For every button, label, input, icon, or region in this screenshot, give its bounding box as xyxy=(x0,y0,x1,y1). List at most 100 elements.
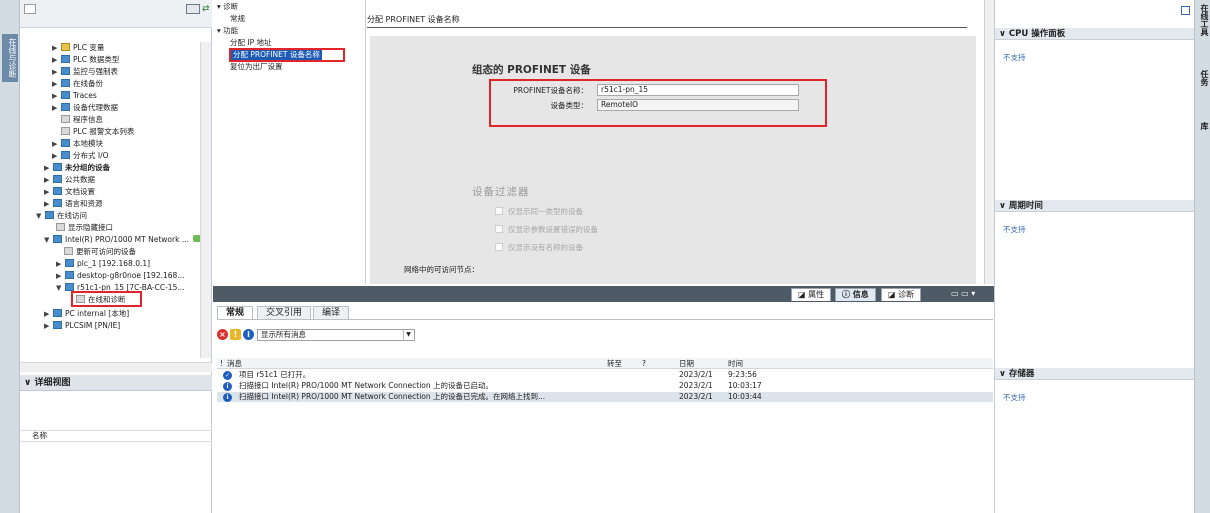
panel-controls-icon[interactable]: ▭ ▭ ▾ xyxy=(951,289,975,298)
main-content: 分配 PROFINET 设备名称 组态的 PROFINET 设备 PROFINE… xyxy=(367,0,981,284)
message-filter-select[interactable]: 显示所有消息 ▼ xyxy=(257,329,415,341)
info-filter-icon[interactable]: i xyxy=(243,329,254,340)
online-diagnostics-side-tab[interactable]: 在线与诊断 xyxy=(2,34,18,82)
tree-item-alarm-text[interactable]: PLC 报警文本列表 xyxy=(61,126,134,137)
tree-item-device-proxy[interactable]: ▶ 设备代理数据 xyxy=(52,102,118,113)
subtab-general[interactable]: 常规 xyxy=(217,306,254,319)
tab-info[interactable]: ⓘ 信息 xyxy=(835,288,876,301)
tree-new-icon[interactable] xyxy=(24,4,36,14)
message-table-header: ! 消息 转至 ? 日期 时间 xyxy=(217,358,993,369)
tree-item-pc-internal[interactable]: ▶ PC internal [本地] xyxy=(44,308,129,319)
tree-item-plc-tags[interactable]: ▶ PLC 变量 xyxy=(52,42,104,53)
tree-item-desktop[interactable]: ▶ desktop-g8r0noe [192.168... xyxy=(56,270,184,281)
success-check-icon: ✓ xyxy=(223,371,232,380)
side-tab-tasks[interactable]: 任务 xyxy=(1196,70,1210,86)
cpu-panel-header[interactable]: ∨ CPU 操作面板 xyxy=(995,28,1195,40)
online-tools-panel: ∨ CPU 操作面板 不支持 ∨ 周期时间 不支持 ∨ 存储器 不支持 xyxy=(994,0,1195,513)
pc-internal-icon xyxy=(53,309,62,317)
nav-reset-factory[interactable]: 复位为出厂设置 xyxy=(230,62,283,72)
right-vertical-strip: 在线工具 任务 库 xyxy=(1194,0,1210,513)
common-data-icon xyxy=(53,175,62,183)
nav-general[interactable]: 常规 xyxy=(230,14,245,24)
filter-no-name-checkbox[interactable]: 仅显示没有名称的设备 xyxy=(495,242,583,253)
tree-scrollbar[interactable] xyxy=(200,42,211,358)
subtab-cross-reference[interactable]: 交叉引用 xyxy=(257,306,312,319)
col-time[interactable]: 时间 xyxy=(728,358,743,369)
tree-item-watch-tables[interactable]: ▶ 监控与强制表 xyxy=(52,66,118,77)
local-modules-icon xyxy=(61,139,70,147)
warning-filter-icon[interactable]: ! xyxy=(230,329,241,340)
device-filter-heading: 设备过滤器 xyxy=(472,186,530,198)
col-message[interactable]: 消息 xyxy=(227,358,242,369)
memory-header[interactable]: ∨ 存储器 xyxy=(995,368,1195,380)
checkbox-icon xyxy=(495,225,503,233)
nav-functions[interactable]: ▾ 功能 xyxy=(217,26,238,36)
detail-view-header[interactable]: ∨ 详细视图 xyxy=(20,375,212,391)
tree-item-languages[interactable]: ▶ 语言和资源 xyxy=(44,198,103,209)
inspector-tab-bar: ◪ 属性 ⓘ 信息 ◪ 诊断 ▭ ▭ ▾ xyxy=(213,286,994,302)
col-question[interactable]: ? xyxy=(642,358,646,369)
tab-diagnostics[interactable]: ◪ 诊断 xyxy=(881,288,922,301)
message-row[interactable]: ✓ 项目 r51c1 已打开。 2023/2/1 9:23:56 xyxy=(217,370,993,380)
cycle-time-header[interactable]: ∨ 周期时间 xyxy=(995,200,1195,212)
tree-sync-icon[interactable]: ⇄ xyxy=(202,4,212,14)
device-proxy-icon xyxy=(61,103,70,111)
tree-view-icon[interactable] xyxy=(186,4,200,14)
tree-item-refresh-devices[interactable]: 更新可访问的设备 xyxy=(64,246,136,257)
tree-item-program-info[interactable]: 程序信息 xyxy=(61,114,103,125)
tree-item-local-modules[interactable]: ▶ 本地模块 xyxy=(52,138,103,149)
ungrouped-devices-icon xyxy=(53,163,62,171)
alarm-text-icon xyxy=(61,127,70,135)
tree-horizontal-scrollbar[interactable] xyxy=(20,362,212,372)
online-access-icon xyxy=(45,211,54,219)
configured-device-heading: 组态的 PROFINET 设备 xyxy=(472,64,591,76)
tree-item-traces[interactable]: ▶ Traces xyxy=(52,90,97,101)
memory-not-supported: 不支持 xyxy=(1003,393,1026,402)
subtab-compile[interactable]: 编译 xyxy=(313,306,350,319)
folder-plc-tags-icon xyxy=(61,43,70,51)
chevron-down-icon: ∨ xyxy=(999,201,1009,211)
info-icon: i xyxy=(223,393,232,402)
filter-param-error-checkbox[interactable]: 仅显示参数设置错误的设备 xyxy=(495,224,598,235)
detail-column-name: 名称 xyxy=(20,430,212,442)
tree-item-online-backup[interactable]: ▶ 在线备份 xyxy=(52,78,103,89)
tree-item-distributed-io[interactable]: ▶ 分布式 I/O xyxy=(52,150,109,161)
page-title: 分配 PROFINET 设备名称 xyxy=(367,14,967,28)
side-tab-libraries[interactable]: 库 xyxy=(1196,122,1210,130)
filter-same-type-checkbox[interactable]: 仅显示同一类型的设备 xyxy=(495,206,583,217)
tree-item-plcsim[interactable]: ▶ PLCSIM [PN/IE] xyxy=(44,320,120,331)
chevron-down-icon: ∨ xyxy=(999,29,1009,39)
nav-highlight-box xyxy=(229,48,345,62)
document-settings-icon xyxy=(53,187,62,195)
main-scrollbar[interactable] xyxy=(984,0,994,284)
tree-item-online-access[interactable]: ▼ 在线访问 xyxy=(36,210,87,221)
traces-icon xyxy=(61,91,70,99)
tree-item-show-hidden[interactable]: 显示隐藏接口 xyxy=(56,222,113,233)
tab-properties[interactable]: ◪ 属性 xyxy=(791,288,832,301)
main-body: 组态的 PROFINET 设备 PROFINET设备名称： r51c1-pn_1… xyxy=(370,36,976,284)
tree-item-ungrouped-devices[interactable]: ▶ 未分组的设备 xyxy=(44,162,110,173)
left-vertical-strip: 在线与诊断 xyxy=(0,0,20,513)
cycle-time-not-supported: 不支持 xyxy=(1003,225,1026,234)
refresh-devices-icon xyxy=(64,247,73,255)
message-row[interactable]: i 扫描接口 Intel(R) PRO/1000 MT Network Conn… xyxy=(217,392,993,402)
tree-item-plc1[interactable]: ▶ plc_1 [192.168.0.1] xyxy=(56,258,150,269)
tree-item-document-settings[interactable]: ▶ 文档设置 xyxy=(44,186,95,197)
show-hidden-icon xyxy=(56,223,65,231)
col-goto[interactable]: 转至 xyxy=(607,358,622,369)
side-tab-online-tools[interactable]: 在线工具 xyxy=(1196,4,1210,36)
device-icon xyxy=(65,283,74,291)
diagnostics-tab-icon: ◪ xyxy=(888,290,899,299)
tree-item-common-data[interactable]: ▶ 公共数据 xyxy=(44,174,95,185)
error-filter-icon[interactable]: × xyxy=(217,329,228,340)
restore-panel-icon[interactable] xyxy=(1181,6,1190,15)
message-row[interactable]: i 扫描接口 Intel(R) PRO/1000 MT Network Conn… xyxy=(217,381,993,391)
tree-item-network-adapter[interactable]: ▼ Intel(R) PRO/1000 MT Network ... xyxy=(44,234,202,245)
nav-diagnostics[interactable]: ▾ 诊断 xyxy=(217,2,238,12)
nav-assign-ip[interactable]: 分配 IP 地址 xyxy=(230,38,272,48)
info-icon: i xyxy=(223,382,232,391)
plc-icon xyxy=(65,259,74,267)
tree-item-plc-datatypes[interactable]: ▶ PLC 数据类型 xyxy=(52,54,119,65)
configured-device-highlight-box xyxy=(489,79,827,127)
col-date[interactable]: 日期 xyxy=(679,358,694,369)
